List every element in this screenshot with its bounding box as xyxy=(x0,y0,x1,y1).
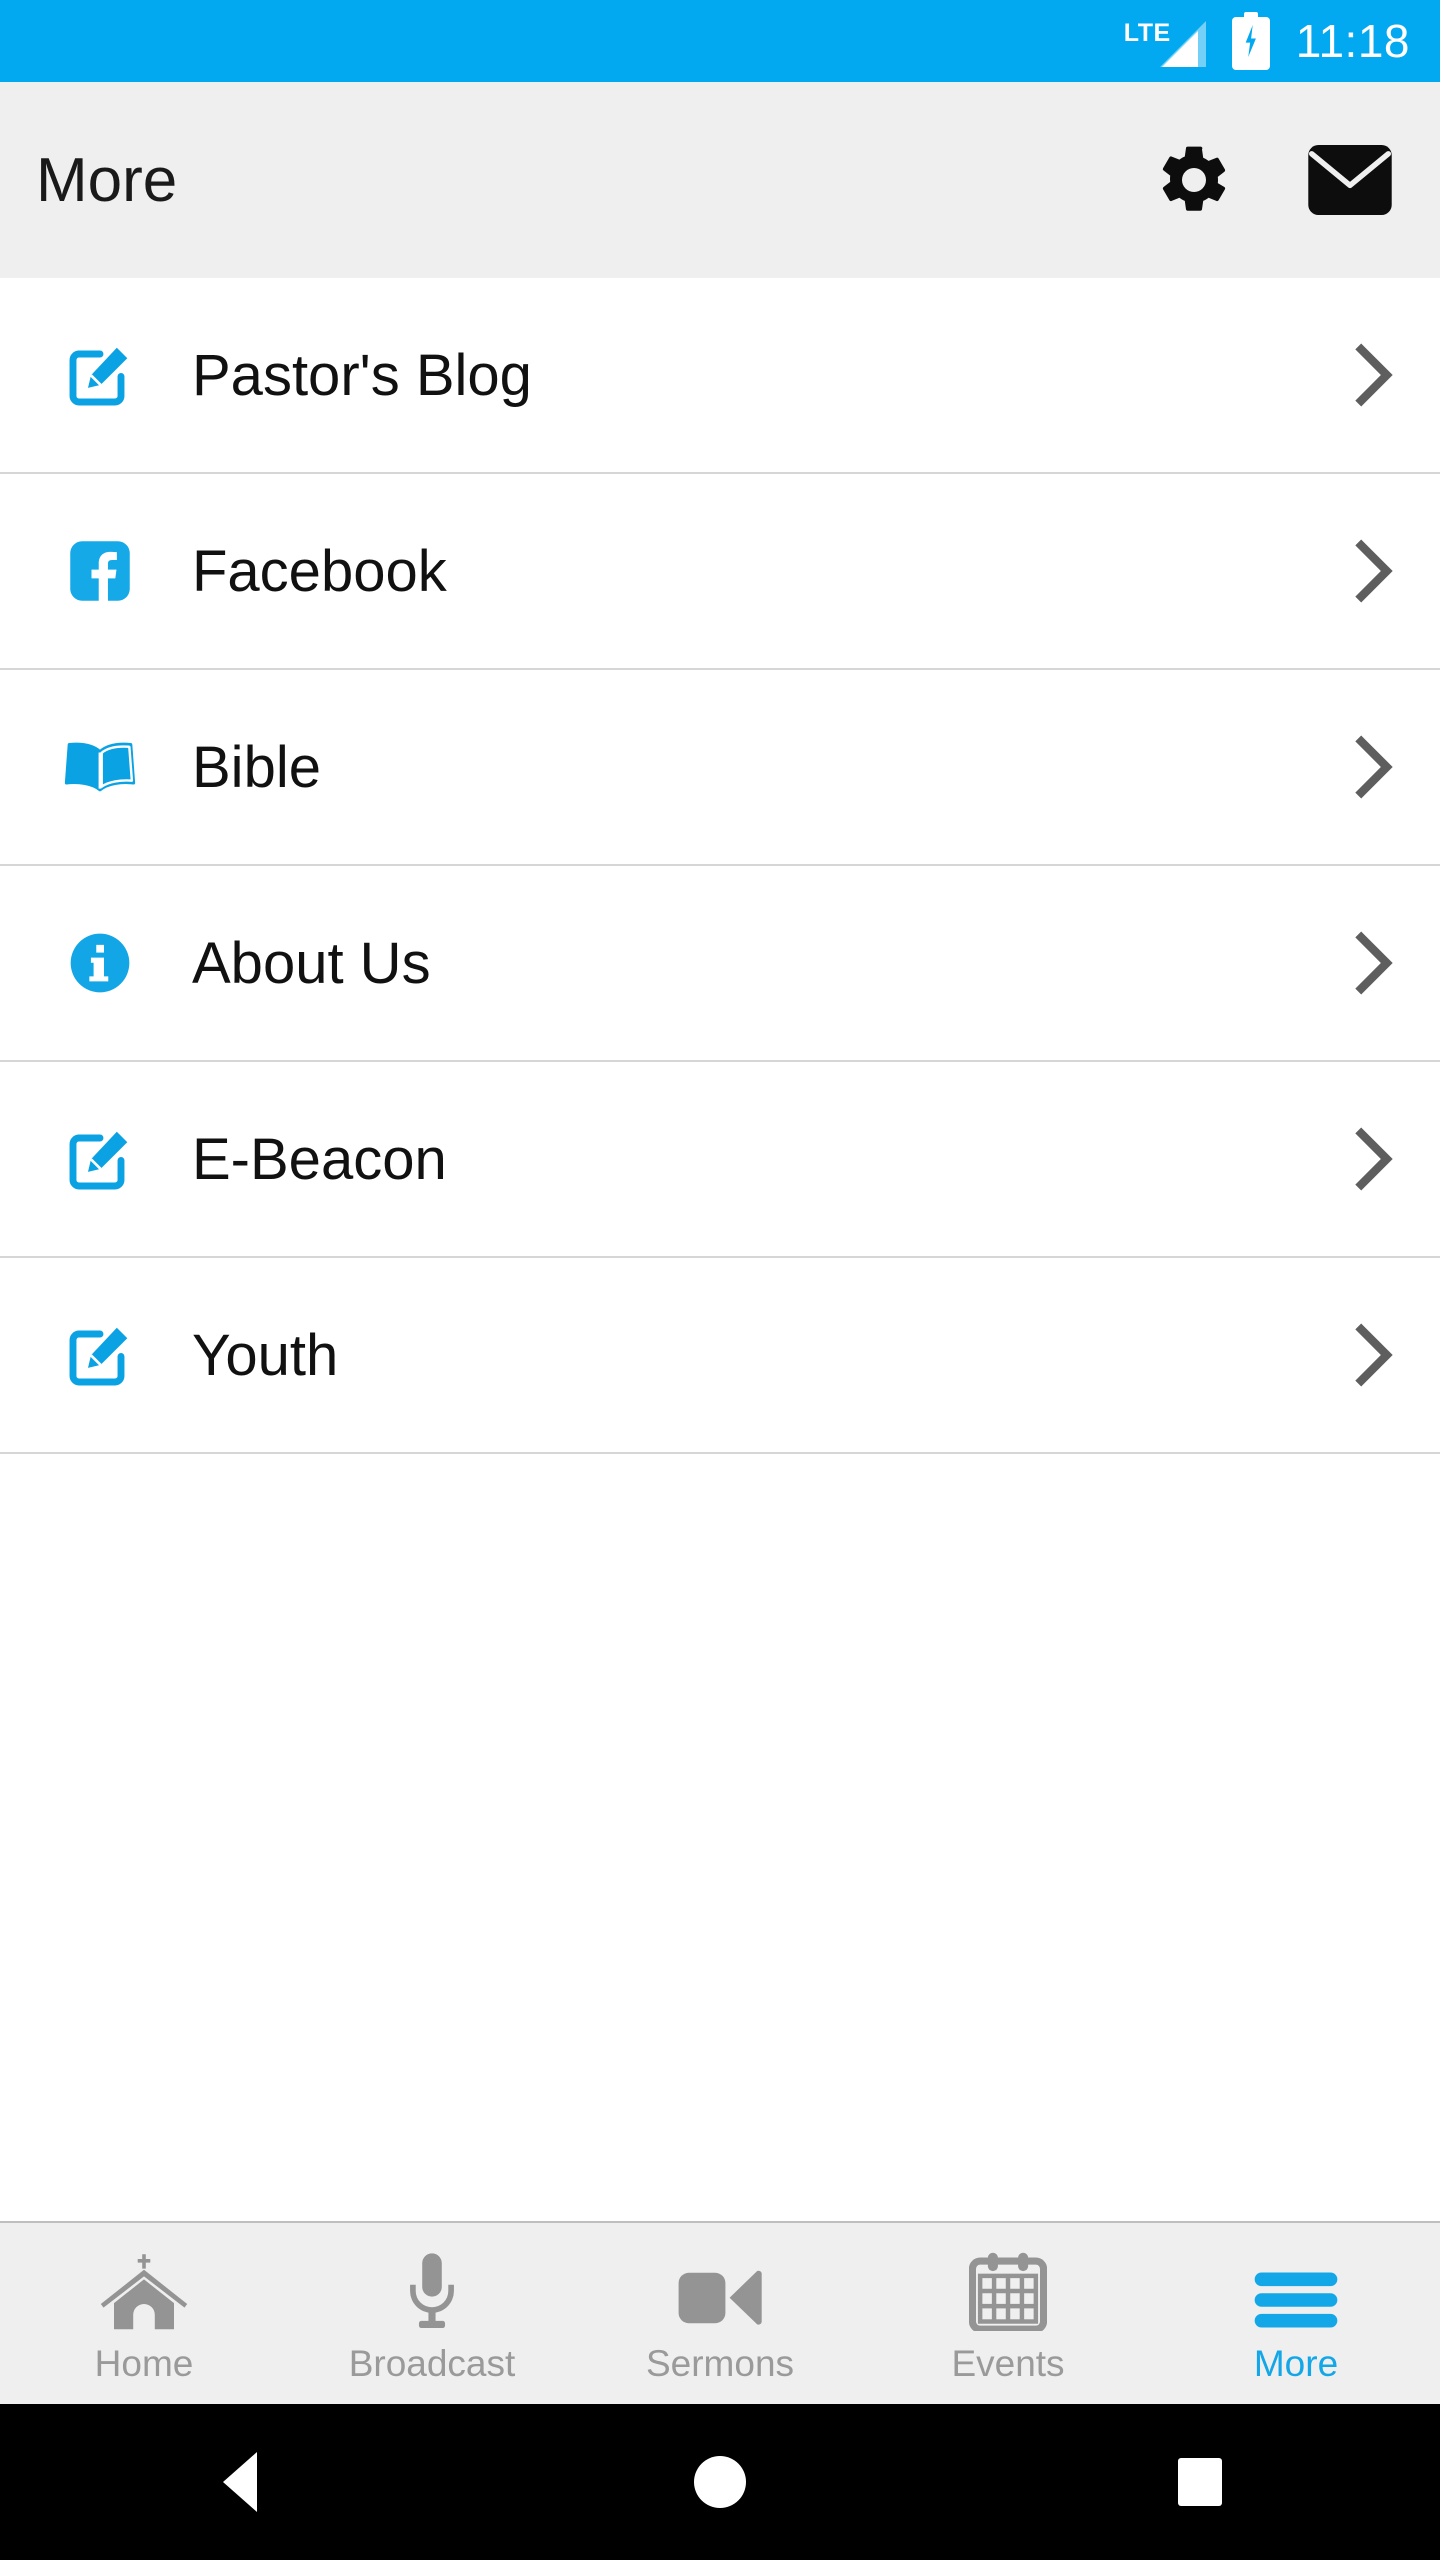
gear-icon xyxy=(1162,146,1226,211)
back-button[interactable] xyxy=(150,2404,330,2560)
envelope-icon xyxy=(1308,145,1392,215)
app-header: More xyxy=(0,82,1440,278)
edit-pencil-icon xyxy=(60,1123,140,1195)
mail-button[interactable] xyxy=(1306,143,1394,217)
list-item-facebook[interactable]: Facebook xyxy=(0,474,1440,670)
battery-charging-icon xyxy=(1231,12,1270,70)
list-item-label: Pastor's Blog xyxy=(192,342,532,408)
list-item-youth[interactable]: Youth xyxy=(0,1258,1440,1454)
chevron-right-icon xyxy=(1354,735,1394,799)
list-item-label: Facebook xyxy=(192,538,447,604)
more-menu-list: Pastor's Blog Facebook Bible About Us E-… xyxy=(0,278,1440,2221)
settings-button[interactable] xyxy=(1154,140,1234,220)
recents-button[interactable] xyxy=(1110,2404,1290,2560)
tab-label: Sermons xyxy=(645,2343,795,2384)
list-item-label: About Us xyxy=(192,930,431,996)
header-actions xyxy=(1154,140,1394,220)
hamburger-menu-icon xyxy=(1251,2253,1341,2331)
bottom-tab-bar: Home Broadcast Sermons Events More xyxy=(0,2221,1440,2404)
list-item-label: Bible xyxy=(192,734,321,800)
tab-sermons[interactable]: Sermons xyxy=(576,2223,864,2404)
tab-events[interactable]: Events xyxy=(864,2223,1152,2404)
status-bar: LTE 11:18 xyxy=(0,0,1440,82)
info-circle-icon xyxy=(60,931,140,995)
tab-label: Events xyxy=(951,2343,1065,2384)
video-camera-icon xyxy=(674,2253,766,2331)
microphone-icon xyxy=(396,2253,468,2331)
list-item-pastors-blog[interactable]: Pastor's Blog xyxy=(0,278,1440,474)
home-button[interactable] xyxy=(630,2404,810,2560)
square-recents-icon xyxy=(1178,2458,1222,2506)
chevron-right-icon xyxy=(1354,539,1394,603)
chevron-right-icon xyxy=(1354,1323,1394,1387)
tab-broadcast[interactable]: Broadcast xyxy=(288,2223,576,2404)
list-item-bible[interactable]: Bible xyxy=(0,670,1440,866)
page-title: More xyxy=(36,145,178,215)
triangle-back-icon xyxy=(223,2452,257,2512)
list-item-e-beacon[interactable]: E-Beacon xyxy=(0,1062,1440,1258)
tab-home[interactable]: Home xyxy=(0,2223,288,2404)
app-screen: LTE 11:18 More Pastor's Blog Facebook Bi… xyxy=(0,0,1440,2560)
list-item-label: Youth xyxy=(192,1322,339,1388)
list-item-label: E-Beacon xyxy=(192,1126,447,1192)
chevron-right-icon xyxy=(1354,1127,1394,1191)
status-bar-indicators: LTE 11:18 xyxy=(1124,12,1410,70)
tab-label: Broadcast xyxy=(348,2343,516,2384)
tab-label: Home xyxy=(94,2343,194,2384)
edit-pencil-icon xyxy=(60,339,140,411)
signal-bars-icon: LTE xyxy=(1124,15,1206,67)
list-item-about-us[interactable]: About Us xyxy=(0,866,1440,1062)
status-bar-clock: 11:18 xyxy=(1295,15,1410,67)
church-icon xyxy=(96,2253,192,2331)
open-book-icon xyxy=(60,737,140,797)
system-navigation-bar xyxy=(0,2404,1440,2560)
circle-home-icon xyxy=(694,2456,746,2508)
tab-label: More xyxy=(1253,2343,1339,2384)
edit-pencil-icon xyxy=(60,1319,140,1391)
facebook-icon xyxy=(60,537,140,605)
calendar-icon xyxy=(969,2252,1047,2331)
chevron-right-icon xyxy=(1354,343,1394,407)
chevron-right-icon xyxy=(1354,931,1394,995)
tab-more[interactable]: More xyxy=(1152,2223,1440,2404)
